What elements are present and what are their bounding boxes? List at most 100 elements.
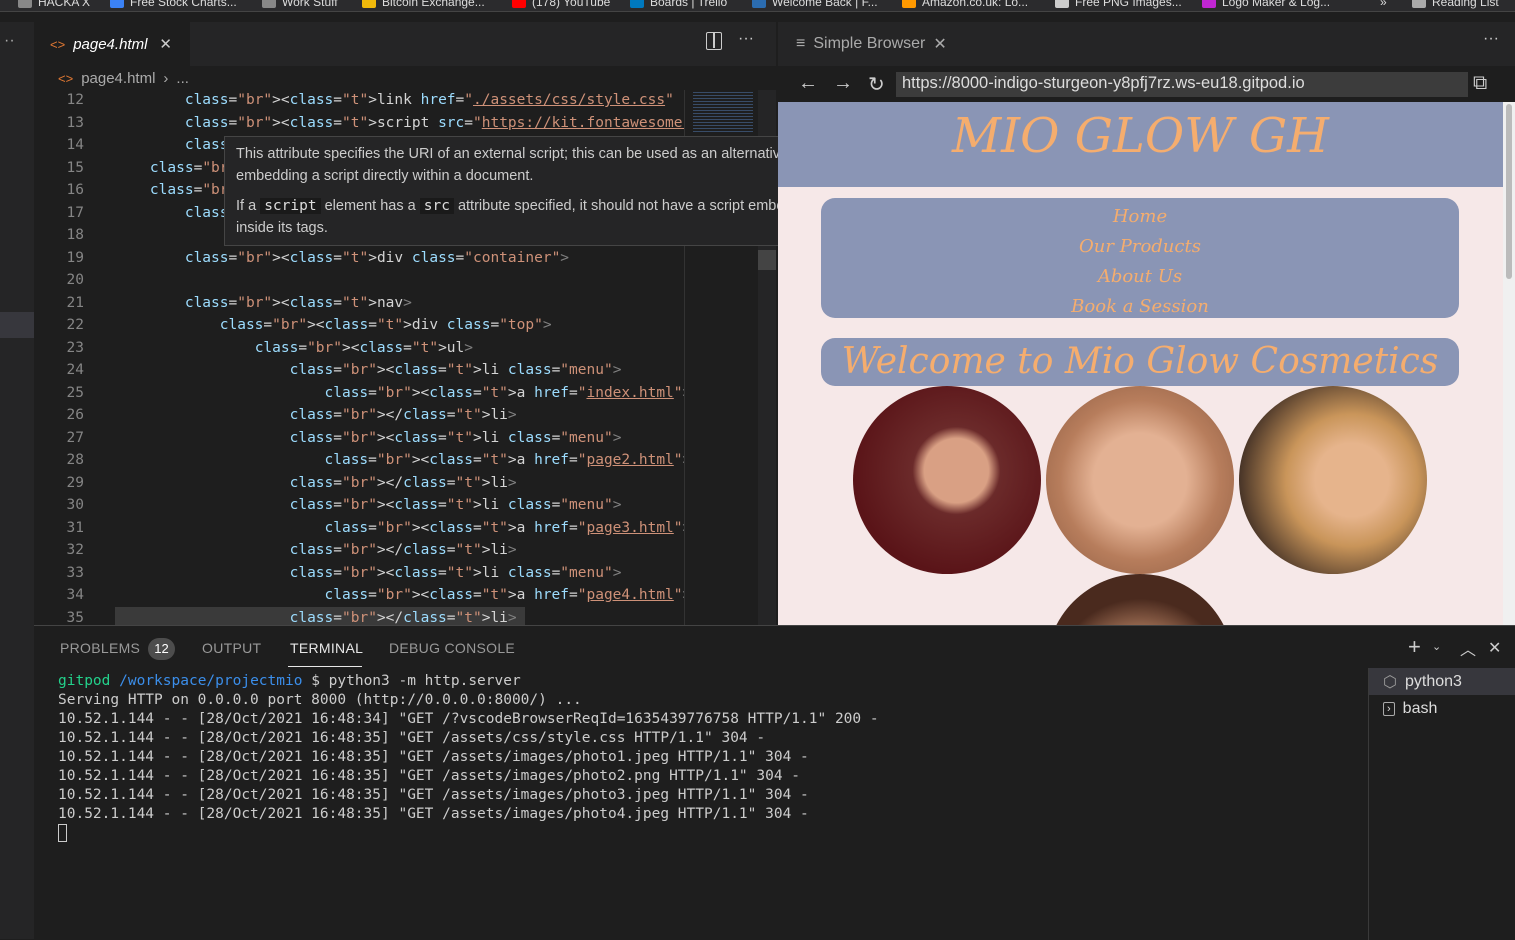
- more-actions-icon[interactable]: ···: [738, 30, 754, 48]
- open-external-icon[interactable]: ⧉: [1473, 72, 1487, 95]
- terminal-list: ⬡ python3 › bash: [1368, 668, 1515, 940]
- line-number: 26: [66, 407, 84, 423]
- close-icon[interactable]: ✕: [933, 34, 946, 54]
- close-panel-icon[interactable]: ✕: [1488, 638, 1501, 658]
- terminal-line: 10.52.1.144 - - [28/Oct/2021 16:48:35] "…: [58, 787, 809, 803]
- bookmarks-bar: HACKA X Free Stock Charts... Work Stuff Bit…: [0, 0, 1515, 12]
- line-number: 14: [66, 137, 84, 153]
- page-scrollbar[interactable]: [1503, 102, 1515, 625]
- browser-tabs: ≡ Simple Browser ✕ ···: [778, 22, 1515, 66]
- bookmark-favicon-icon: [1202, 0, 1216, 8]
- terminal-icon: ›: [1383, 701, 1395, 716]
- site-title: MIO GLOW GH: [951, 108, 1330, 164]
- line-number: 15: [66, 159, 84, 176]
- reload-icon[interactable]: ↻: [868, 72, 885, 97]
- line-number: 35: [66, 609, 84, 626]
- activity-item[interactable]: [0, 312, 34, 338]
- bookmark-item[interactable]: Logo Maker & Log...: [1202, 0, 1330, 9]
- photo-4: [1046, 574, 1234, 625]
- bookmark-favicon-icon: [362, 0, 376, 8]
- hover-tooltip: This attribute specifies the URI of an e…: [224, 136, 852, 246]
- more-icon[interactable]: ··: [4, 32, 15, 50]
- bookmark-item[interactable]: Work Stuff: [262, 0, 338, 9]
- code-line: class="br"><class="t">li class="menu">: [289, 564, 622, 581]
- more-actions-icon[interactable]: ···: [1483, 30, 1499, 48]
- split-editor-icon[interactable]: [706, 32, 722, 50]
- breadcrumb-more[interactable]: ...: [176, 70, 189, 87]
- code-line: class="br"><class="t">div class="contain…: [184, 249, 570, 266]
- nav-book[interactable]: Book a Session: [821, 292, 1459, 322]
- line-number: 28: [66, 452, 84, 468]
- bookmark-item[interactable]: Reading List: [1412, 0, 1499, 9]
- tab-label: page4.html: [73, 35, 148, 53]
- prompt-line: gitpod /workspace/projectmio $ python3 -…: [58, 673, 521, 689]
- line-number: 19: [66, 249, 84, 266]
- bookmark-item[interactable]: Amazon.co.uk: Lo...: [902, 0, 1028, 9]
- terminal-line: Serving HTTP on 0.0.0.0 port 8000 (http:…: [58, 692, 582, 708]
- code-line: class="br"><class="t">a href="index.html…: [324, 384, 684, 401]
- bookmark-favicon-icon: [18, 0, 32, 8]
- tab-simple-browser[interactable]: ≡ Simple Browser ✕: [778, 22, 966, 66]
- line-number: 29: [66, 474, 84, 491]
- tab-debug-console[interactable]: DEBUG CONSOLE: [389, 640, 515, 656]
- bookmark-favicon-icon: [752, 0, 766, 8]
- new-terminal-icon[interactable]: +: [1408, 634, 1421, 660]
- tab-page4[interactable]: <> page4.html ✕: [34, 22, 190, 66]
- site-nav: Home Our Products About Us Book a Sessio…: [821, 198, 1459, 318]
- code-line: class="br"><class="t">li class="menu">: [289, 497, 622, 513]
- line-number: 30: [66, 497, 84, 513]
- breadcrumb-file[interactable]: page4.html: [81, 70, 155, 87]
- bookmark-item[interactable]: »: [1380, 0, 1387, 9]
- back-icon[interactable]: ←: [798, 72, 818, 95]
- activity-bar: ··: [0, 22, 34, 939]
- code-line: class="br"><class="t">div class="top">: [219, 317, 552, 333]
- bookmark-item[interactable]: Bitcoin Exchange...: [362, 0, 485, 9]
- bookmark-favicon-icon: [110, 0, 124, 8]
- preview-icon: ≡: [796, 35, 806, 52]
- photo-3: [1239, 386, 1427, 574]
- bookmark-item[interactable]: HACKA X: [18, 0, 90, 9]
- bookmark-item[interactable]: Free PNG Images...: [1055, 0, 1182, 9]
- forward-icon[interactable]: →: [833, 72, 853, 95]
- line-number: 16: [66, 182, 84, 198]
- line-number: 21: [66, 294, 84, 311]
- terminal-item-python3[interactable]: ⬡ python3: [1369, 668, 1515, 695]
- nav-home[interactable]: Home: [821, 202, 1459, 232]
- terminal-line: 10.52.1.144 - - [28/Oct/2021 16:48:35] "…: [58, 749, 809, 765]
- bookmark-favicon-icon: [630, 0, 644, 8]
- nav-products[interactable]: Our Products: [821, 232, 1459, 262]
- line-number: 20: [66, 272, 84, 288]
- chevron-right-icon: ›: [163, 69, 169, 87]
- bottom-panel: PROBLEMS 12 OUTPUT TERMINAL DEBUG CONSOL…: [34, 625, 1515, 940]
- bookmark-item[interactable]: Free Stock Charts...: [110, 0, 237, 9]
- line-number: 33: [66, 564, 84, 581]
- editor-tabs: <> page4.html ✕ ···: [34, 22, 776, 66]
- maximize-icon[interactable]: ︿: [1460, 636, 1476, 660]
- line-number: 12: [66, 92, 84, 108]
- terminal-line: 10.52.1.144 - - [28/Oct/2021 16:48:35] "…: [58, 730, 766, 746]
- browser-toolbar: ← → ↻ https://8000-indigo-sturgeon-y8pfj…: [778, 66, 1515, 102]
- tab-problems[interactable]: PROBLEMS: [60, 640, 140, 656]
- line-number: 27: [66, 429, 84, 446]
- terminal-output[interactable]: gitpod /workspace/projectmio $ python3 -…: [58, 672, 879, 842]
- line-number: 31: [66, 519, 84, 536]
- chevron-down-icon[interactable]: ⌄: [1432, 640, 1441, 653]
- url-input[interactable]: https://8000-indigo-sturgeon-y8pfj7rz.ws…: [896, 72, 1468, 97]
- tab-output[interactable]: OUTPUT: [202, 640, 261, 656]
- line-number: 23: [66, 339, 84, 356]
- bookmark-favicon-icon: [262, 0, 276, 8]
- terminal-line: 10.52.1.144 - - [28/Oct/2021 16:48:34] "…: [58, 711, 879, 727]
- terminal-item-bash[interactable]: › bash: [1369, 695, 1515, 722]
- bookmark-favicon-icon: [902, 0, 916, 8]
- terminal-line: 10.52.1.144 - - [28/Oct/2021 16:48:35] "…: [58, 806, 809, 822]
- welcome-text: Welcome to Mio Glow Cosmetics: [841, 341, 1439, 382]
- bookmark-item[interactable]: Boards | Trello: [630, 0, 727, 9]
- bookmark-item[interactable]: Welcome Back | F...: [752, 0, 878, 9]
- bookmark-item[interactable]: (178) YouTube: [512, 0, 610, 9]
- line-number: 24: [66, 362, 84, 378]
- nav-about[interactable]: About Us: [821, 262, 1459, 292]
- code-line: class="br"><class="t">a href="page3.html…: [324, 519, 684, 536]
- close-icon[interactable]: ✕: [159, 35, 172, 53]
- html-file-icon: <>: [58, 70, 74, 86]
- tab-terminal[interactable]: TERMINAL: [290, 640, 363, 656]
